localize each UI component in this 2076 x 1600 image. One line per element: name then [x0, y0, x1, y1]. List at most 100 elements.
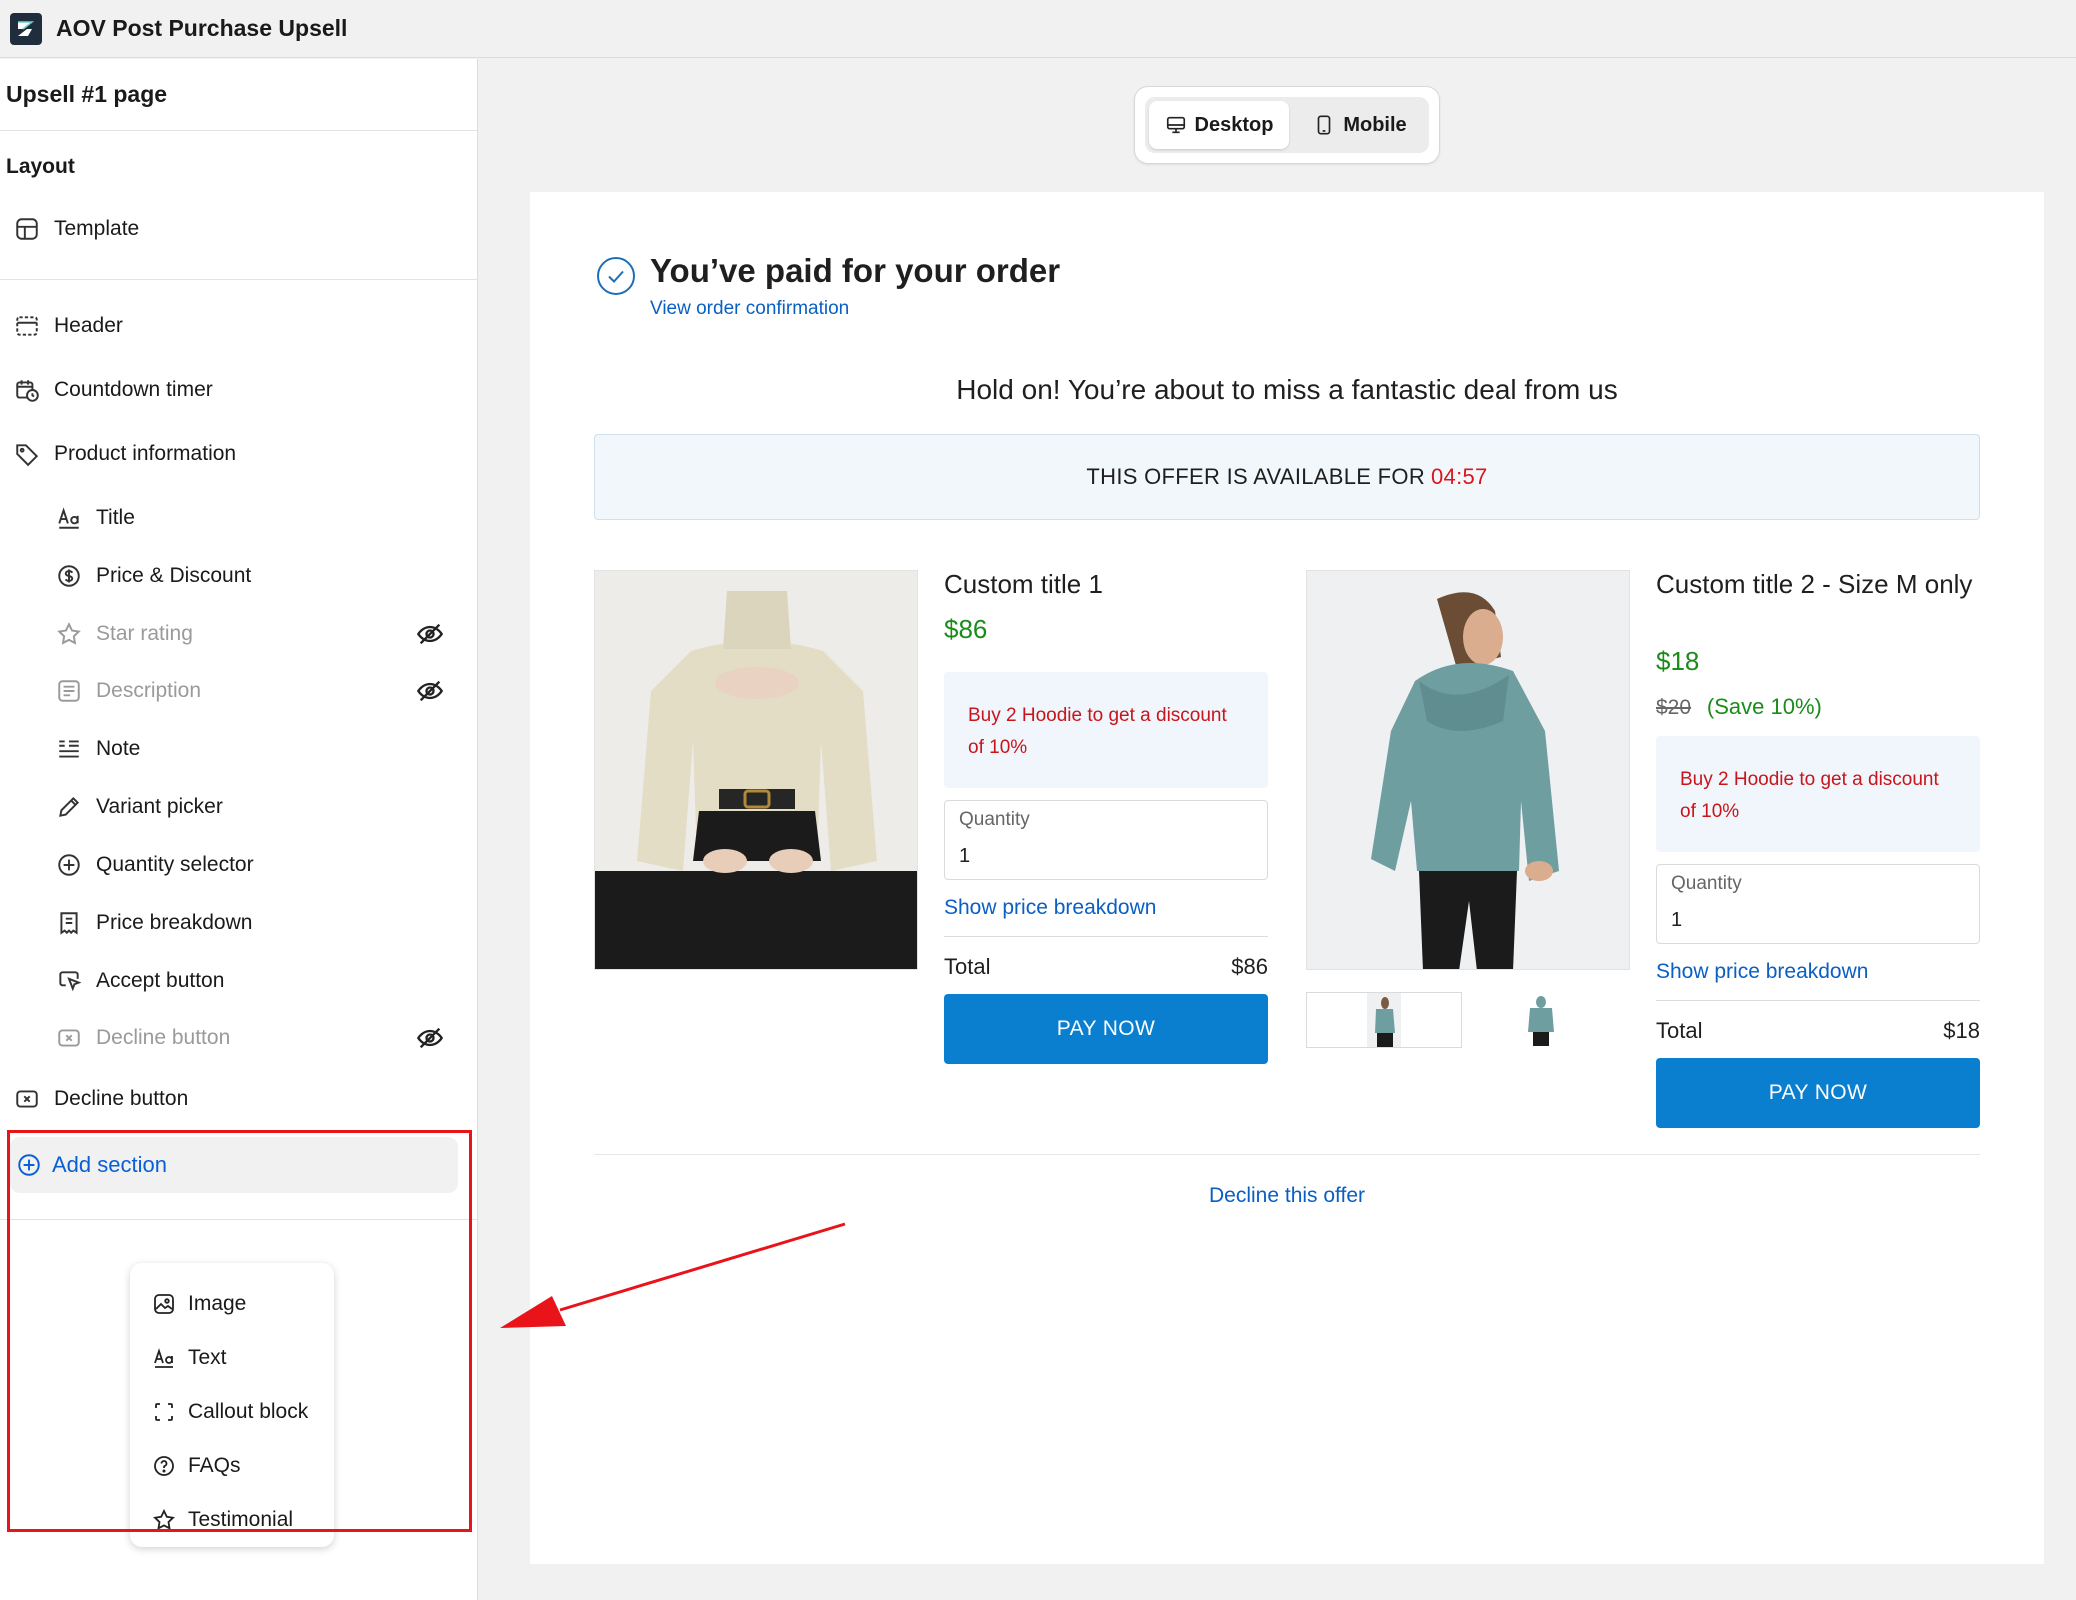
- thumbnail-strip: [1306, 992, 1462, 1048]
- sidebar-item-label: Header: [54, 314, 123, 337]
- timer-value: 04:57: [1431, 464, 1488, 489]
- sidebar-subitem-title[interactable]: Title: [56, 498, 135, 538]
- product-price: $18: [1656, 646, 1700, 676]
- eye-off-icon[interactable]: [416, 1024, 444, 1052]
- pencil-icon: [59, 796, 80, 817]
- add-section-label: Add section: [52, 1152, 167, 1177]
- image-icon: [154, 1294, 174, 1314]
- mobile-button[interactable]: Mobile: [1295, 101, 1425, 149]
- desktop-button[interactable]: Desktop: [1149, 101, 1289, 149]
- page-title: Upsell #1 page: [6, 81, 168, 107]
- sidebar-item-label: Note: [96, 737, 141, 760]
- star-icon: [153, 1508, 175, 1530]
- sidebar-item-label: Title: [96, 506, 135, 529]
- cursor-icon: [59, 971, 82, 992]
- hoodie-image: [1307, 571, 1629, 969]
- show-price-breakdown-link[interactable]: Show price breakdown: [944, 896, 1156, 920]
- sidebar-item-header[interactable]: Header: [14, 306, 123, 346]
- desktop-icon: [1166, 116, 1185, 134]
- product-title: Custom title 1: [944, 569, 1103, 599]
- sidebar-item-label: Product information: [54, 442, 237, 465]
- template-icon: [16, 218, 38, 240]
- plus-circle-icon: [58, 854, 80, 876]
- menu-item-testimonial[interactable]: Testimonial: [130, 1493, 334, 1547]
- menu-item-text[interactable]: Text: [130, 1331, 334, 1385]
- sidebar-subitem-decline-button[interactable]: Decline button: [56, 1018, 230, 1058]
- text-icon: [58, 507, 79, 529]
- view-order-link[interactable]: View order confirmation: [650, 298, 849, 320]
- menu-item-label: Testimonial: [188, 1508, 294, 1531]
- x-square-icon: [16, 1090, 38, 1108]
- header-icon: [16, 316, 38, 336]
- top-bar: AOV Post Purchase Upsell: [0, 0, 2076, 58]
- total-value: $18: [1943, 1018, 1980, 1043]
- dollar-icon: [58, 565, 80, 587]
- x-square-icon: [58, 1029, 80, 1047]
- quantity-value[interactable]: 1: [959, 845, 970, 868]
- product-thumbnail[interactable]: [1367, 993, 1401, 1047]
- sidebar-item-product-information[interactable]: Product information: [14, 434, 236, 474]
- menu-item-callout-block[interactable]: Callout block: [130, 1385, 334, 1439]
- save-percentage: (Save 10%): [1706, 694, 1822, 719]
- compare-at-price: $20: [1656, 696, 1692, 719]
- app-logo-icon: [10, 12, 42, 45]
- total-label: Total: [1656, 1018, 1703, 1043]
- product-thumbnail[interactable]: [1524, 992, 1558, 1046]
- product-note: Buy 2 Hoodie to get a discount of 10%: [1656, 736, 1980, 852]
- sidebar-item-template[interactable]: Template: [14, 209, 139, 249]
- layout-heading: Layout: [6, 155, 75, 178]
- sidebar-item-decline-button[interactable]: Decline button: [14, 1079, 188, 1119]
- sidebar-item-label: Star rating: [96, 622, 193, 645]
- divider: [0, 130, 478, 131]
- product-price: $86: [944, 614, 988, 644]
- countdown-timer-banner: THIS OFFER IS AVAILABLE FOR 04:57: [594, 434, 1980, 520]
- quantity-selector[interactable]: Quantity 1: [944, 800, 1268, 880]
- eye-off-icon[interactable]: [416, 620, 444, 648]
- sidebar-item-label: Quantity selector: [96, 853, 254, 876]
- sidebar-item-label: Description: [96, 679, 202, 702]
- eye-off-icon[interactable]: [416, 677, 444, 705]
- sidebar: Upsell #1 page Layout Template Header Co…: [0, 59, 478, 1600]
- question-icon: [154, 1456, 174, 1476]
- sidebar-subitem-price-breakdown[interactable]: Price breakdown: [56, 903, 252, 943]
- sidebar-subitem-description[interactable]: Description: [56, 671, 201, 711]
- timer-text: THIS OFFER IS AVAILABLE FOR: [1086, 464, 1426, 489]
- sidebar-subitem-variant-picker[interactable]: Variant picker: [56, 787, 223, 827]
- divider: [0, 1219, 478, 1220]
- sidebar-subitem-accept-button[interactable]: Accept button: [56, 961, 224, 1001]
- star-icon: [57, 622, 81, 645]
- quantity-selector[interactable]: Quantity 1: [1656, 864, 1980, 944]
- pay-now-button[interactable]: PAY NOW: [944, 994, 1268, 1064]
- mobile-label: Mobile: [1343, 113, 1407, 136]
- sidebar-subitem-price-discount[interactable]: Price & Discount: [56, 556, 251, 596]
- menu-item-image[interactable]: Image: [130, 1277, 334, 1331]
- menu-item-faqs[interactable]: FAQs: [130, 1439, 334, 1493]
- compare-price-row: $20 (Save 10%): [1656, 694, 1822, 720]
- sidebar-item-countdown-timer[interactable]: Countdown timer: [14, 370, 213, 410]
- sidebar-item-label: Price breakdown: [96, 911, 253, 934]
- text-icon: [154, 1348, 173, 1368]
- sidebar-subitem-quantity-selector[interactable]: Quantity selector: [56, 845, 254, 885]
- paid-title: You’ve paid for your order: [650, 252, 1061, 289]
- sidebar-subitem-note[interactable]: Note: [56, 729, 140, 769]
- note-icon: [59, 740, 79, 758]
- desktop-label: Desktop: [1194, 113, 1274, 136]
- mobile-icon: [1318, 115, 1331, 135]
- description-icon: [58, 680, 80, 702]
- product-image[interactable]: [594, 570, 918, 970]
- decline-offer-link[interactable]: Decline this offer: [530, 1184, 2044, 1208]
- device-toggle: Desktop Mobile: [1134, 86, 1440, 164]
- quantity-label: Quantity: [1671, 873, 1742, 894]
- add-section-button[interactable]: Add section: [10, 1137, 458, 1193]
- quantity-value[interactable]: 1: [1671, 909, 1682, 932]
- preview-canvas: You’ve paid for your order View order co…: [530, 192, 2044, 1564]
- sidebar-subitem-star-rating[interactable]: Star rating: [56, 614, 193, 654]
- show-price-breakdown-link[interactable]: Show price breakdown: [1656, 960, 1868, 984]
- product-image[interactable]: [1306, 570, 1630, 970]
- sidebar-item-label: Price & Discount: [96, 564, 252, 587]
- callout-icon: [155, 1403, 173, 1421]
- divider: [594, 1154, 1980, 1155]
- plus-circle-icon: [18, 1154, 40, 1176]
- pay-now-button[interactable]: PAY NOW: [1656, 1058, 1980, 1128]
- receipt-icon: [60, 912, 78, 935]
